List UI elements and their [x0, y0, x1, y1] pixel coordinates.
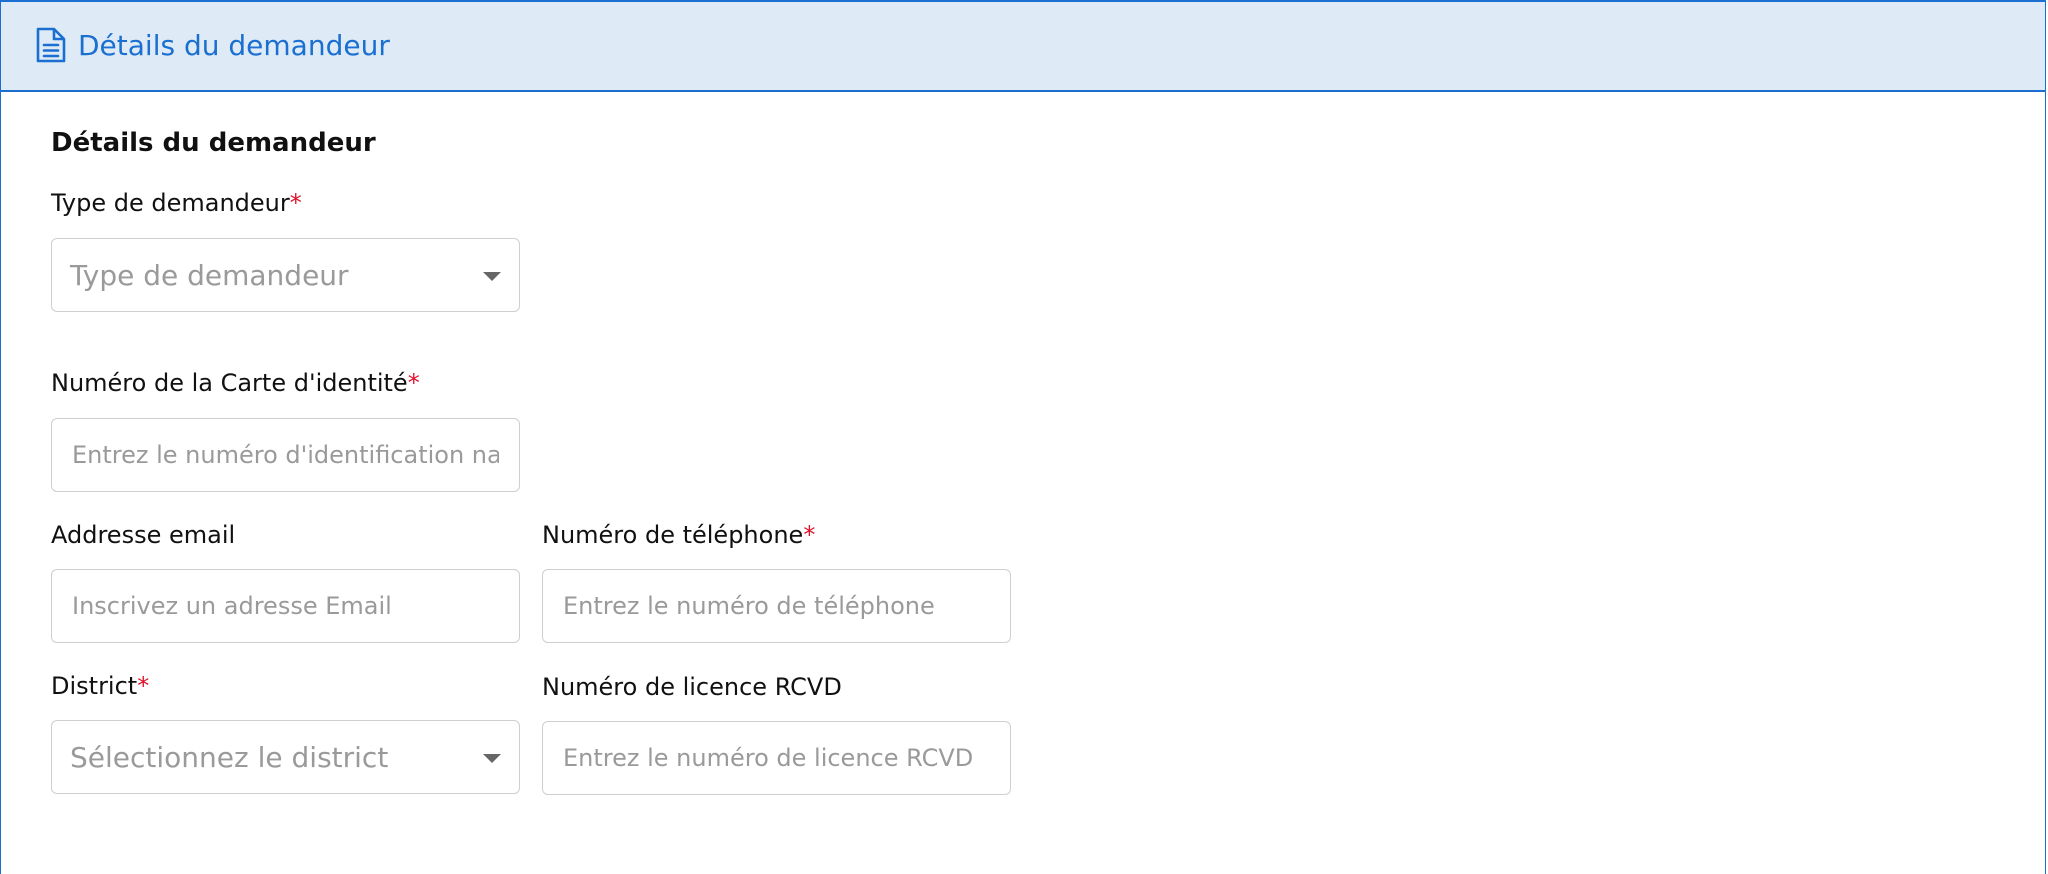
- required-marker: *: [407, 369, 420, 397]
- district-select-value: Sélectionnez le district: [70, 741, 389, 774]
- applicant-type-select-value: Type de demandeur: [70, 259, 349, 292]
- id-number-label: Numéro de la Carte d'identité*: [51, 367, 420, 399]
- rcvd-license-label-text: Numéro de licence RCVD: [542, 673, 842, 701]
- required-marker: *: [803, 521, 816, 549]
- caret-down-icon: [483, 272, 501, 281]
- id-number-field-wrapper: [51, 418, 520, 492]
- district-select[interactable]: Sélectionnez le district: [51, 720, 520, 794]
- applicant-type-label: Type de demandeur*: [51, 187, 302, 219]
- applicant-type-label-text: Type de demandeur: [51, 189, 290, 217]
- applicant-type-select[interactable]: Type de demandeur: [51, 238, 520, 312]
- document-icon: [36, 27, 66, 63]
- rcvd-license-input[interactable]: [543, 722, 1010, 794]
- phone-field-wrapper: [542, 569, 1011, 643]
- required-marker: *: [289, 189, 302, 217]
- panel-header-title: Détails du demandeur: [78, 29, 390, 62]
- email-label-text: Addresse email: [51, 521, 236, 549]
- rcvd-license-label: Numéro de licence RCVD: [542, 671, 842, 703]
- email-label: Addresse email: [51, 519, 235, 551]
- id-number-label-text: Numéro de la Carte d'identité: [51, 369, 408, 397]
- phone-label: Numéro de téléphone*: [542, 519, 815, 551]
- section-title: Détails du demandeur: [51, 128, 376, 158]
- email-field-wrapper: [51, 569, 520, 643]
- applicant-details-panel: Détails du demandeur Détails du demandeu…: [0, 0, 2046, 874]
- email-input[interactable]: [52, 570, 519, 642]
- phone-label-text: Numéro de téléphone: [542, 521, 804, 549]
- rcvd-license-field-wrapper: [542, 721, 1011, 795]
- caret-down-icon: [483, 754, 501, 763]
- district-label-text: District: [51, 672, 138, 700]
- id-number-input[interactable]: [52, 419, 519, 491]
- phone-input[interactable]: [543, 570, 1010, 642]
- district-label: District*: [51, 670, 149, 702]
- panel-header[interactable]: Détails du demandeur: [1, 2, 2045, 92]
- required-marker: *: [137, 672, 150, 700]
